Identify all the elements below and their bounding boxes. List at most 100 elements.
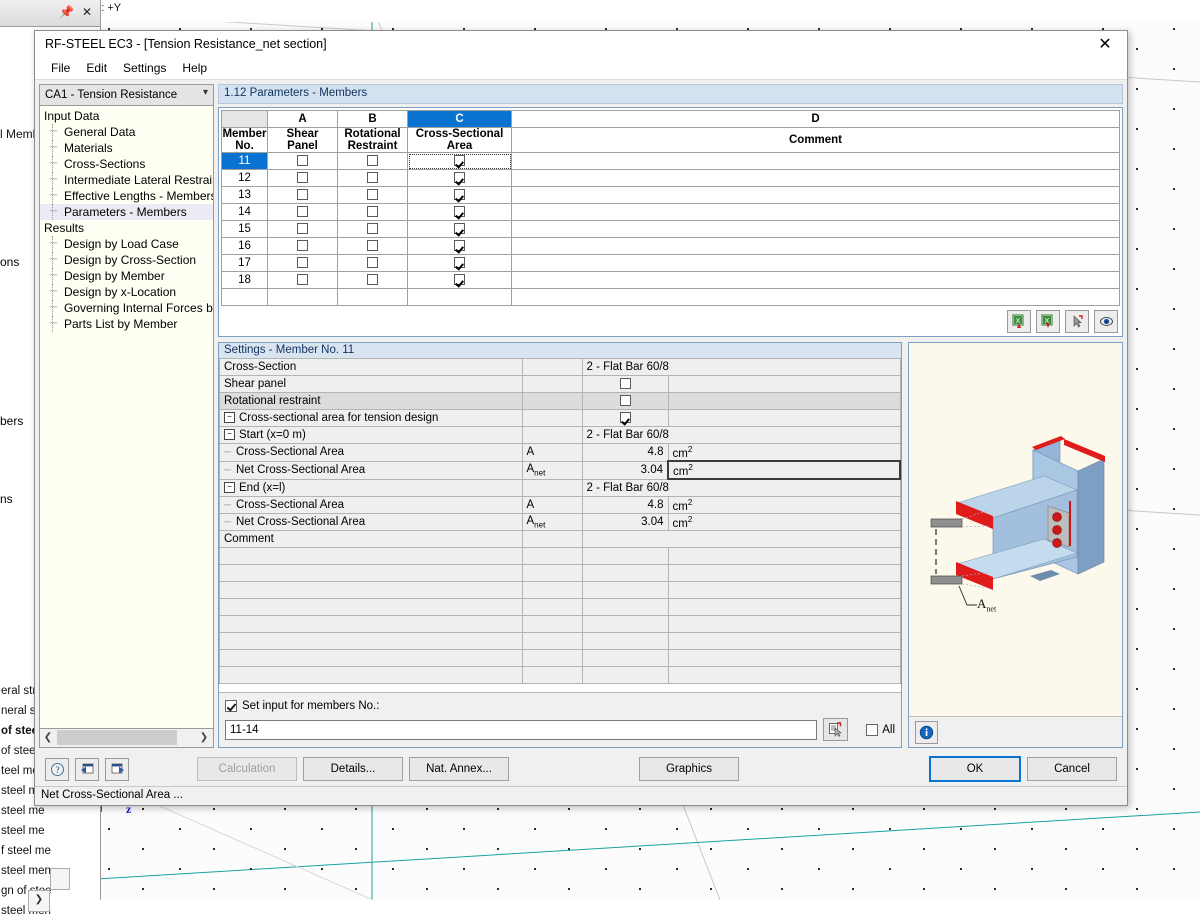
- grid-checkbox[interactable]: [367, 206, 378, 218]
- grid-checkbox[interactable]: [297, 257, 308, 269]
- cell-rotational-restraint[interactable]: [337, 152, 408, 170]
- set-input-checkbox[interactable]: [225, 700, 237, 712]
- cell-shear-panel[interactable]: [267, 254, 338, 272]
- cell-shear-panel[interactable]: [267, 271, 338, 289]
- cell-comment[interactable]: [511, 203, 1120, 221]
- cancel-button[interactable]: Cancel: [1027, 757, 1117, 781]
- pin-icon[interactable]: 📌: [59, 5, 74, 19]
- tree-item-design-by-x-location[interactable]: Design by x-Location: [40, 284, 213, 300]
- cell-cross-sectional-area[interactable]: [407, 237, 512, 255]
- settings-checkbox[interactable]: [619, 378, 631, 390]
- cell-comment[interactable]: [511, 237, 1120, 255]
- previous-page-icon[interactable]: [75, 757, 99, 781]
- cell-rotational-restraint[interactable]: [337, 254, 408, 272]
- table-row[interactable]: 12: [221, 169, 1120, 187]
- cell-rotational-restraint[interactable]: [337, 169, 408, 187]
- ok-button[interactable]: OK: [929, 756, 1021, 782]
- member-numbers-input[interactable]: [225, 719, 818, 740]
- row-header-member-no[interactable]: 13: [221, 186, 268, 204]
- cell-comment[interactable]: [511, 271, 1120, 289]
- tree-item-effective-lengths-members[interactable]: Effective Lengths - Members: [40, 188, 213, 204]
- navigator-list-item[interactable]: steel men: [0, 901, 100, 921]
- table-row[interactable]: 13: [221, 186, 1120, 204]
- grid-checkbox[interactable]: [454, 172, 465, 184]
- navigator-scroll-right-icon[interactable]: ❯: [28, 890, 50, 912]
- members-grid[interactable]: A B C D Member No. MemberNo. Shear: [218, 107, 1123, 337]
- grid-checkbox[interactable]: [454, 223, 465, 235]
- grid-checkbox[interactable]: [367, 240, 378, 252]
- settings-value-cell[interactable]: 4.8: [581, 443, 669, 462]
- settings-checkbox[interactable]: [619, 395, 631, 407]
- cell-shear-panel[interactable]: [267, 152, 338, 170]
- scrollbar-thumb[interactable]: [57, 730, 177, 745]
- settings-row[interactable]: − Cross-sectional area for tension design: [219, 409, 901, 427]
- column-letter-d[interactable]: D: [511, 110, 1120, 128]
- grid-checkbox[interactable]: [454, 189, 465, 201]
- grid-checkbox[interactable]: [297, 206, 308, 218]
- table-row[interactable]: 15: [221, 220, 1120, 238]
- settings-row[interactable]: Comment: [219, 530, 901, 548]
- menu-file[interactable]: File: [43, 59, 78, 77]
- navigator-list-item[interactable]: steel me: [0, 821, 100, 841]
- settings-value-cell[interactable]: 3.04: [581, 513, 669, 531]
- settings-value-cell[interactable]: 4.8: [581, 496, 669, 514]
- close-icon[interactable]: ✕: [1083, 31, 1127, 57]
- tree-item-general-data[interactable]: General Data: [40, 124, 213, 140]
- pick-member-icon[interactable]: [1065, 310, 1089, 333]
- grid-checkbox[interactable]: [297, 189, 308, 201]
- all-checkbox[interactable]: [866, 723, 879, 736]
- graphics-button[interactable]: Graphics: [639, 757, 739, 781]
- expander-icon[interactable]: −: [224, 429, 235, 441]
- chevron-left-icon[interactable]: ❮: [40, 730, 56, 746]
- next-page-icon[interactable]: [105, 757, 129, 781]
- export-excel-up-icon[interactable]: X: [1007, 310, 1031, 333]
- expander-icon[interactable]: −: [224, 412, 235, 424]
- calculation-button[interactable]: Calculation: [197, 757, 297, 781]
- navigator-list-item[interactable]: f steel me: [0, 841, 100, 861]
- settings-checkbox-cell[interactable]: [581, 375, 669, 393]
- cell-cross-sectional-area[interactable]: [407, 152, 512, 170]
- grid-checkbox[interactable]: [297, 155, 308, 167]
- grid-checkbox[interactable]: [367, 274, 378, 286]
- cell-shear-panel[interactable]: [267, 169, 338, 187]
- cell-shear-panel[interactable]: [267, 237, 338, 255]
- nat-annex-button[interactable]: Nat. Annex...: [409, 757, 509, 781]
- pick-members-icon[interactable]: [823, 718, 849, 741]
- cell-shear-panel[interactable]: [267, 203, 338, 221]
- grid-checkbox[interactable]: [454, 206, 465, 218]
- tree-item-cross-sections[interactable]: Cross-Sections: [40, 156, 213, 172]
- cell-rotational-restraint[interactable]: [337, 237, 408, 255]
- grid-checkbox[interactable]: [297, 274, 308, 286]
- cell-comment[interactable]: [511, 186, 1120, 204]
- grid-checkbox[interactable]: [297, 223, 308, 235]
- cell-cross-sectional-area[interactable]: [407, 254, 512, 272]
- settings-comment-cell[interactable]: [581, 530, 901, 548]
- cell-comment[interactable]: [511, 220, 1120, 238]
- settings-row[interactable]: ─ Net Cross-Sectional Area Anet 3.04 cm2: [219, 460, 901, 480]
- cell-cross-sectional-area[interactable]: [407, 220, 512, 238]
- column-letter-b[interactable]: B: [337, 110, 408, 128]
- settings-row[interactable]: ─ Net Cross-Sectional Area Anet 3.04 cm2: [219, 513, 901, 531]
- grid-checkbox[interactable]: [297, 240, 308, 252]
- row-header-member-no[interactable]: 15: [221, 220, 268, 238]
- cell-shear-panel[interactable]: [267, 220, 338, 238]
- tree-item-parameters-members[interactable]: Parameters - Members: [40, 204, 213, 220]
- table-row[interactable]: 17: [221, 254, 1120, 272]
- tree-item-design-by-member[interactable]: Design by Member: [40, 268, 213, 284]
- cell-rotational-restraint[interactable]: [337, 220, 408, 238]
- navigator-hscrollbar[interactable]: ❮ ❯: [39, 729, 214, 748]
- settings-checkbox[interactable]: [619, 412, 631, 424]
- navigator-scroll-down-icon[interactable]: chevron-down-icon: [50, 868, 70, 890]
- grid-checkbox[interactable]: [454, 257, 465, 269]
- table-row[interactable]: 16: [221, 237, 1120, 255]
- cell-cross-sectional-area[interactable]: [407, 169, 512, 187]
- settings-row[interactable]: ─ Cross-Sectional Area A 4.8 cm2: [219, 443, 901, 462]
- menu-edit[interactable]: Edit: [78, 59, 115, 77]
- cell-shear-panel[interactable]: [267, 186, 338, 204]
- grid-checkbox[interactable]: [454, 155, 465, 167]
- grid-checkbox[interactable]: [367, 155, 378, 167]
- settings-scroll-area[interactable]: Cross-Section 2 - Flat Bar 60/8 Shear pane…: [219, 358, 901, 692]
- column-letter-c[interactable]: C: [407, 110, 512, 128]
- tree-item-materials[interactable]: Materials: [40, 140, 213, 156]
- cell-rotational-restraint[interactable]: [337, 186, 408, 204]
